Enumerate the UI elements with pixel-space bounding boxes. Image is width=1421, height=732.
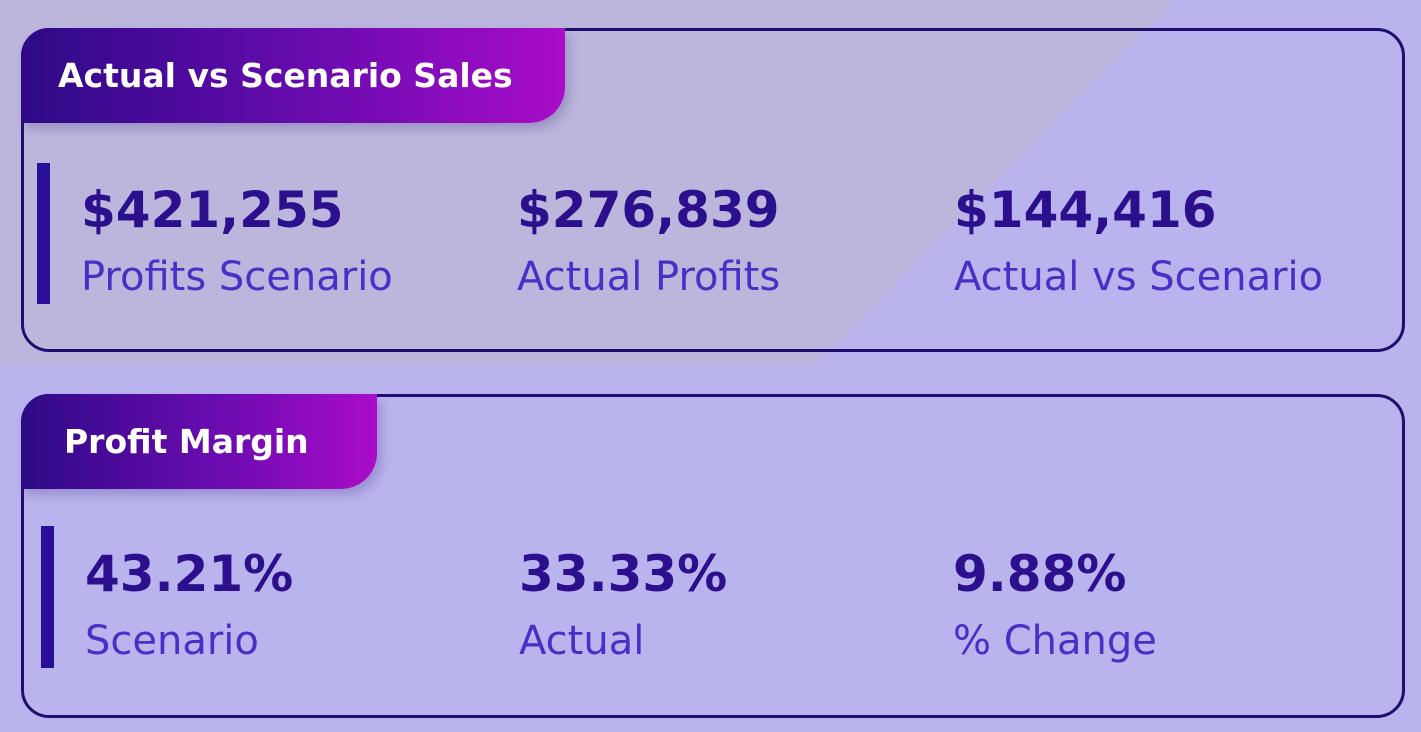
card-title: Profit Margin (64, 422, 309, 461)
accent-bar (37, 163, 50, 304)
kpi-value: 43.21% (85, 545, 294, 603)
kpi-profits-scenario: $421,255 Profits Scenario (81, 185, 393, 297)
card-title: Actual vs Scenario Sales (58, 56, 513, 95)
kpi-value: $421,255 (81, 181, 344, 239)
kpi-label: % Change (953, 618, 1157, 664)
profit-margin-card: Profit Margin 43.21% Scenario 33.33% Act… (21, 394, 1405, 718)
kpi-value: 33.33% (519, 545, 728, 603)
kpi-percent-change: 9.88% % Change (953, 549, 1157, 661)
kpi-actual-margin: 33.33% Actual (519, 549, 727, 661)
kpi-scenario-margin: 43.21% Scenario (85, 549, 293, 661)
kpi-label: Actual vs Scenario (954, 254, 1324, 300)
kpi-value: $276,839 (517, 181, 780, 239)
kpi-value: $144,416 (954, 181, 1217, 239)
kpi-label: Scenario (85, 618, 259, 664)
card-title-tag: Profit Margin (21, 394, 377, 489)
kpi-label: Profits Scenario (81, 254, 393, 300)
kpi-label: Actual (519, 618, 645, 664)
kpi-label: Actual Profits (517, 254, 781, 300)
accent-bar (41, 526, 54, 668)
actual-vs-scenario-sales-card: Actual vs Scenario Sales $421,255 Profit… (21, 28, 1405, 352)
kpi-actual-profits: $276,839 Actual Profits (517, 185, 780, 297)
kpi-value: 9.88% (953, 545, 1127, 603)
card-title-tag: Actual vs Scenario Sales (21, 28, 565, 123)
kpi-actual-vs-scenario: $144,416 Actual vs Scenario (954, 185, 1323, 297)
